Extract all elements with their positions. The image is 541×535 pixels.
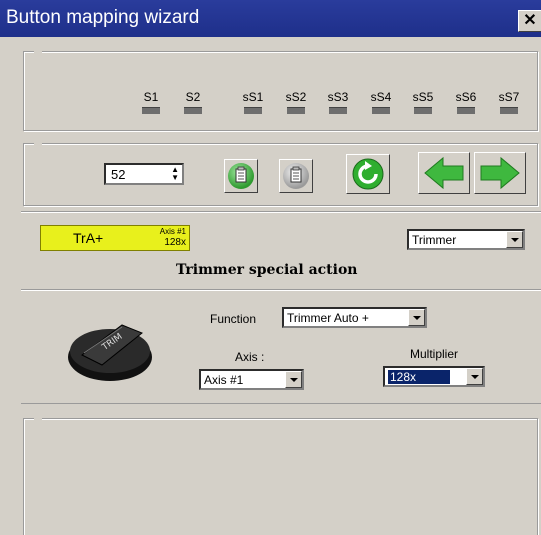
indicator-label: sS1 — [242, 90, 264, 104]
type-select-value: Trimmer — [412, 233, 457, 247]
indicator-led — [244, 107, 262, 114]
chevron-down-icon[interactable] — [408, 309, 425, 326]
indicator-led — [414, 107, 432, 114]
chip-label: TrA+ — [73, 230, 104, 246]
indicator-label: sS2 — [285, 90, 307, 104]
indicator-ss7: sS7 — [494, 90, 524, 114]
spinner-arrows-icon[interactable]: ▲ ▼ — [171, 166, 179, 182]
axis-select-value: Axis #1 — [204, 373, 244, 387]
indicator-led — [184, 107, 202, 114]
copy-icon — [228, 163, 254, 189]
indicator-ss6: sS6 — [451, 90, 481, 114]
section-title: Trimmer special action — [176, 262, 358, 278]
close-icon: ✕ — [523, 12, 537, 29]
indicator-label: sS4 — [370, 90, 392, 104]
chevron-down-icon[interactable] — [285, 371, 302, 388]
previous-button[interactable] — [418, 152, 470, 194]
arrow-left-icon — [424, 156, 464, 190]
indicator-led — [372, 107, 390, 114]
multiplier-label: Multiplier — [410, 347, 459, 361]
axis-label: Axis : — [235, 350, 265, 364]
indicator-label: sS7 — [498, 90, 520, 104]
indicator-ss5: sS5 — [408, 90, 438, 114]
indicator-led — [457, 107, 475, 114]
indicator-label: sS6 — [455, 90, 477, 104]
trim-knob-icon: TRIM — [68, 324, 152, 381]
chip-axis: Axis #1 — [159, 227, 186, 236]
indicator-label: sS5 — [412, 90, 434, 104]
chevron-down-icon[interactable] — [466, 368, 483, 385]
next-button[interactable] — [474, 152, 526, 194]
group-notch — [34, 418, 42, 420]
indicator-ss1: sS1 — [238, 90, 268, 114]
group-notch — [34, 143, 42, 145]
wizard-window: Button mapping wizard ✕ S1 S2 sS1 sS2 sS… — [0, 0, 541, 535]
chip-multiplier: 128x — [164, 237, 186, 248]
mapping-chip[interactable]: TrA+ Axis #1 128x — [40, 225, 190, 251]
reset-icon — [352, 158, 384, 190]
indicator-s2: S2 — [178, 90, 208, 114]
indicator-label: S1 — [143, 90, 159, 104]
group-notch — [34, 51, 42, 53]
indicator-s1: S1 — [136, 90, 166, 114]
multiplier-select-value: 128x — [388, 370, 450, 384]
indicator-led — [287, 107, 305, 114]
indicator-led — [329, 107, 347, 114]
section-divider — [21, 289, 541, 291]
paste-icon — [283, 163, 309, 189]
chevron-down-icon[interactable] — [506, 231, 523, 248]
reset-button[interactable] — [346, 154, 390, 194]
arrow-right-icon — [480, 156, 520, 190]
indicator-ss2: sS2 — [281, 90, 311, 114]
spinner-value[interactable]: 52 — [111, 167, 125, 182]
title-bar[interactable]: Button mapping wizard ✕ — [0, 0, 541, 37]
indicator-led — [142, 107, 160, 114]
paste-button[interactable] — [279, 159, 313, 193]
axis-select[interactable]: Axis #1 — [199, 369, 304, 390]
copy-button[interactable] — [224, 159, 258, 193]
indicator-label: sS3 — [327, 90, 349, 104]
button-number-spinner[interactable]: 52 ▲ ▼ — [104, 163, 184, 185]
function-label: Function — [210, 312, 257, 326]
close-button[interactable]: ✕ — [518, 10, 541, 32]
window-title: Button mapping wizard — [6, 7, 200, 28]
function-select-value: Trimmer Auto + — [287, 311, 369, 325]
indicator-ss3: sS3 — [323, 90, 353, 114]
indicator-label: S2 — [185, 90, 201, 104]
multiplier-select[interactable]: 128x — [383, 366, 485, 387]
type-select[interactable]: Trimmer — [407, 229, 525, 250]
indicator-ss4: sS4 — [366, 90, 396, 114]
indicator-led — [500, 107, 518, 114]
empty-group — [23, 418, 538, 535]
function-select[interactable]: Trimmer Auto + — [282, 307, 427, 328]
